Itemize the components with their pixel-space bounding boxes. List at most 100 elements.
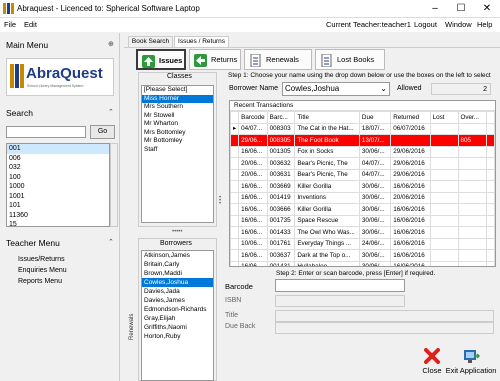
table-cell — [457, 237, 487, 250]
table-row[interactable]: 16/06... 001419 Inventions 30/06/... 20/06/2… — [230, 191, 495, 204]
table-row[interactable]: 16/06... 003637 Dark at the Top o... 30/06/… — [230, 249, 495, 262]
collapse-search-icon[interactable]: ⌃ — [108, 108, 114, 116]
logout-link[interactable]: Logout — [414, 20, 437, 29]
class-item-selected[interactable]: Miss Horner — [142, 94, 213, 103]
column-header[interactable] — [485, 111, 495, 124]
subtab-returns[interactable]: Returns — [189, 49, 241, 70]
borrower-item[interactable]: Gray,Elijah — [142, 314, 213, 323]
table-cell — [485, 134, 495, 147]
search-input[interactable] — [6, 126, 86, 138]
borrower-item[interactable]: Britain,Carly — [142, 260, 213, 269]
class-item[interactable]: Mr Wharton — [142, 120, 213, 129]
link-issues-returns[interactable]: Issues/Returns — [18, 256, 65, 263]
table-cell — [429, 145, 459, 158]
column-header[interactable]: Due — [358, 111, 392, 124]
subtab-issues[interactable]: Issues — [136, 49, 186, 70]
table-row[interactable]: 10/06... 001761 Everyday Things ... 24/06/.… — [230, 237, 495, 250]
subtab-lost-books[interactable]: Lost Books — [315, 49, 385, 70]
table-cell: 29/06/2016 — [390, 145, 431, 158]
borrower-item[interactable]: Brown,Maddi — [142, 269, 213, 278]
table-cell: 16/06/2016 — [390, 260, 431, 266]
go-button[interactable]: Go — [90, 125, 115, 139]
table-row[interactable]: 16/06... 001431 Hullabaloo... 30/06/... 16/0… — [230, 260, 495, 266]
close-x-icon — [424, 348, 440, 364]
list-item[interactable]: 15 — [7, 220, 109, 226]
table-row[interactable]: 20/06... 003631 Bear's Picnic, The 04/07/..… — [230, 168, 495, 181]
column-header[interactable]: Returned — [390, 111, 431, 124]
table-row[interactable]: 20/06... 003632 Bear's Picnic, The 04/07/..… — [230, 157, 495, 170]
table-cell — [457, 191, 487, 204]
table-row[interactable]: 29/06... 008305 The Foot Book 13/07/... 805 — [230, 134, 495, 147]
splitter-handle-horizontal[interactable]: ••••• — [172, 229, 183, 235]
pin-icon[interactable]: ⊕ — [108, 40, 114, 48]
list-item[interactable]: 1000 — [7, 182, 109, 192]
table-row[interactable]: ▸ 04/07... 008303 The Cat in the Hat... 18/0… — [230, 122, 495, 135]
list-item[interactable]: 1001 — [7, 192, 109, 202]
table-row[interactable]: 16/06... 003669 Killer Gorilla 30/06/... 16/… — [230, 180, 495, 193]
recent-transactions-grid[interactable]: Recent Transactions Barcode Barc... Titl… — [229, 100, 496, 267]
borrower-item[interactable]: Davies,Jada — [142, 287, 213, 296]
borrower-item[interactable]: Edmondson-Richards — [142, 305, 213, 314]
menu-edit[interactable]: Edit — [24, 20, 37, 29]
title-field — [275, 310, 494, 322]
link-enquiries-menu[interactable]: Enquiries Menu — [18, 267, 67, 274]
table-cell: 30/06/... — [358, 249, 392, 262]
column-header[interactable]: Title — [294, 111, 360, 124]
column-header[interactable]: Barc... — [266, 111, 296, 124]
column-header[interactable]: Over... — [457, 111, 487, 124]
main-menu-heading: Main Menu — [6, 40, 49, 50]
minimize-button[interactable]: – — [422, 0, 448, 18]
class-item[interactable]: Mr Stowell — [142, 112, 213, 121]
menu-file[interactable]: File — [4, 20, 16, 29]
list-item[interactable]: 006 — [7, 154, 109, 164]
close-button[interactable]: Close — [421, 348, 443, 375]
current-teacher: Current Teacher:teacher1 — [326, 20, 411, 29]
borrowers-list[interactable]: Atkinson,James Britain,Carly Brown,Maddi… — [141, 250, 214, 381]
list-item[interactable]: 001 — [7, 144, 109, 154]
table-row[interactable]: 16/06... 003666 Killer Gorilla 30/06/... 16/… — [230, 203, 495, 216]
splitter-handle-vertical[interactable]: • • • — [219, 195, 221, 207]
list-item[interactable]: 11360 — [7, 211, 109, 221]
maximize-button[interactable]: ☐ — [448, 0, 474, 18]
borrower-name-label: Borrower Name — [229, 85, 279, 92]
borrower-name-dropdown[interactable]: Cowles,Joshua ⌄ — [282, 82, 390, 96]
table-row[interactable]: 16/06... 001433 The Owl Who Was... 30/06/..… — [230, 226, 495, 239]
class-item[interactable]: Mrs Southern — [142, 103, 213, 112]
barcode-input[interactable] — [275, 279, 405, 292]
class-item[interactable]: [Please Select] — [142, 86, 213, 95]
tab-book-search[interactable]: Book Search — [128, 36, 173, 47]
exit-application-button[interactable]: Exit Application — [444, 348, 498, 375]
column-header[interactable] — [230, 111, 240, 124]
list-item[interactable]: 032 — [7, 163, 109, 173]
column-header[interactable]: Barcode — [238, 111, 268, 124]
subtab-renewals[interactable]: Renewals — [244, 49, 312, 70]
logo-text: AbraQuest — [26, 65, 103, 82]
column-header[interactable]: Lost — [429, 111, 459, 124]
borrowers-heading: Borrowers — [160, 240, 192, 247]
menu-help[interactable]: Help — [477, 20, 492, 29]
menu-window[interactable]: Window — [445, 20, 472, 29]
table-row[interactable]: 16/06... 001305 Fox in Socks 30/06/... 29/06… — [230, 145, 495, 158]
list-item[interactable]: 101 — [7, 201, 109, 211]
link-reports-menu[interactable]: Reports Menu — [18, 278, 62, 285]
class-item[interactable]: Staff — [142, 146, 213, 155]
close-window-button[interactable]: ✕ — [474, 0, 500, 18]
lost-books-document-icon — [321, 53, 332, 67]
table-row[interactable]: 16/06... 001735 Space Rescue 30/06/... 16/06… — [230, 214, 495, 227]
table-cell: 13/07/... — [358, 134, 392, 147]
classes-list[interactable]: [Please Select] Miss Horner Mrs Southern… — [141, 85, 214, 223]
class-item[interactable]: Mrs Bottomley — [142, 129, 213, 138]
list-item[interactable]: 100 — [7, 173, 109, 183]
table-cell: Inventions — [294, 191, 360, 204]
borrower-item-selected[interactable]: Cowles,Joshua — [142, 278, 213, 287]
borrower-item[interactable]: Davies,James — [142, 296, 213, 305]
borrower-item[interactable]: Griffiths,Naomi — [142, 323, 213, 332]
search-scrollbar[interactable] — [110, 143, 118, 227]
class-item[interactable]: Mr Bottomley — [142, 137, 213, 146]
collapse-teacher-menu-icon[interactable]: ⌃ — [108, 238, 114, 246]
table-cell — [457, 203, 487, 216]
table-cell: Killer Gorilla — [294, 203, 360, 216]
borrower-item[interactable]: Atkinson,James — [142, 251, 213, 260]
borrower-item[interactable]: Horton,Ruby — [142, 332, 213, 341]
search-results-list[interactable]: 001 006 032 100 1000 1001 101 11360 15 1… — [6, 143, 110, 227]
